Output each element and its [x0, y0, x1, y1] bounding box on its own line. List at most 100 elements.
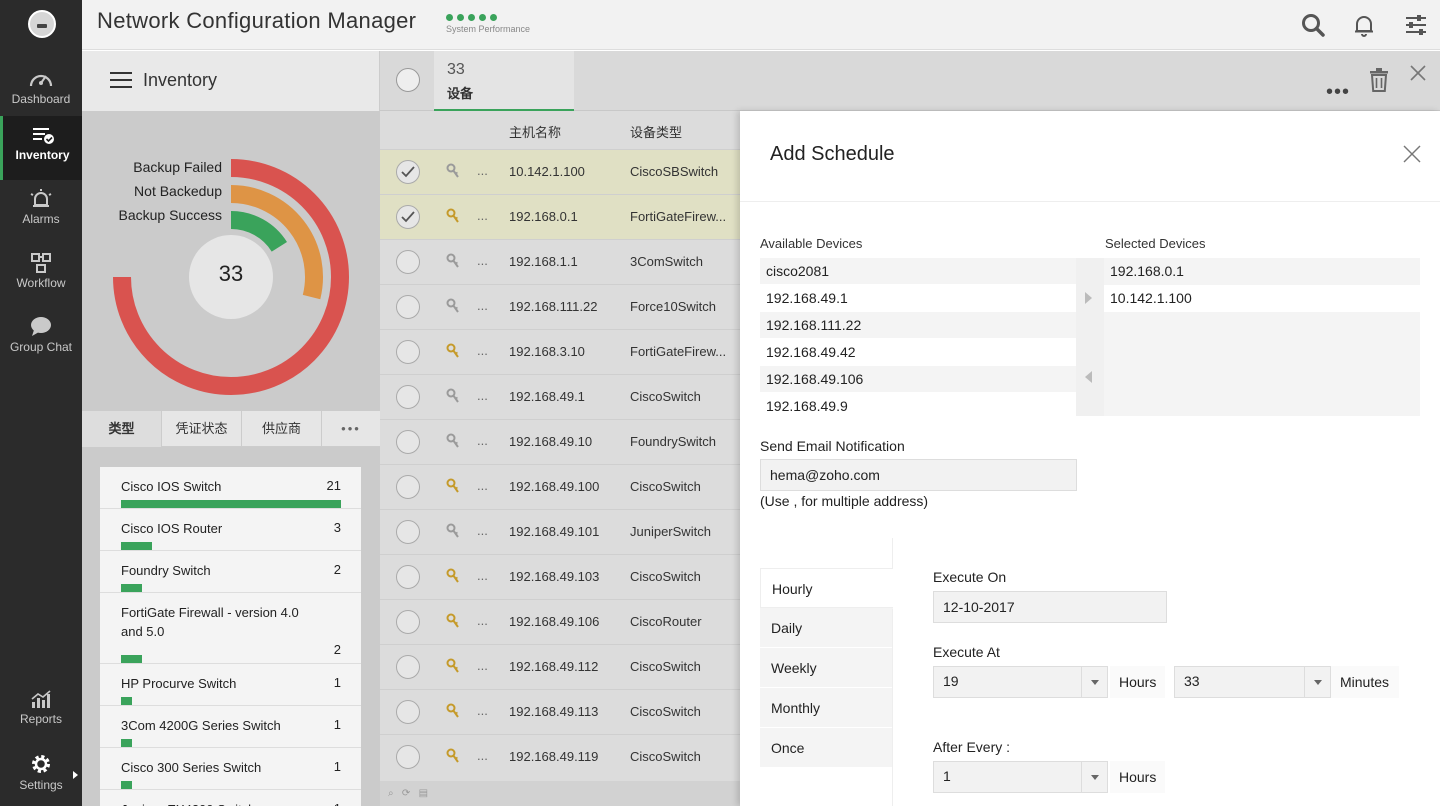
- row-hostname[interactable]: 192.168.0.1: [509, 209, 578, 224]
- table-row[interactable]: ... 192.168.0.1 FortiGateFirew...: [380, 194, 740, 239]
- nav-reports[interactable]: Reports: [0, 680, 82, 744]
- row-hostname[interactable]: 192.168.49.10: [509, 434, 592, 449]
- device-type-item[interactable]: Cisco IOS Switch 21: [100, 467, 361, 509]
- table-row[interactable]: ... 192.168.49.119 CiscoSwitch: [380, 734, 740, 779]
- row-more-icon[interactable]: ...: [477, 253, 488, 268]
- row-checkbox[interactable]: [396, 205, 420, 229]
- frequency-tab-daily[interactable]: Daily: [760, 608, 893, 648]
- table-row[interactable]: ... 192.168.49.106 CiscoRouter: [380, 599, 740, 644]
- available-device-item[interactable]: 192.168.111.22: [760, 312, 1076, 339]
- select-all-checkbox[interactable]: [396, 68, 420, 92]
- table-row[interactable]: ... 192.168.3.10 FortiGateFirew...: [380, 329, 740, 374]
- nav-inventory[interactable]: Inventory: [0, 116, 82, 180]
- row-hostname[interactable]: 192.168.49.103: [509, 569, 599, 584]
- row-more-icon[interactable]: ...: [477, 748, 488, 763]
- after-every-select[interactable]: 1: [933, 761, 1108, 793]
- frequency-tab-monthly[interactable]: Monthly: [760, 688, 893, 728]
- selected-device-item[interactable]: 10.142.1.100: [1104, 285, 1420, 312]
- row-more-icon[interactable]: ...: [477, 703, 488, 718]
- hours-select[interactable]: 19: [933, 666, 1108, 698]
- row-hostname[interactable]: 192.168.49.113: [509, 704, 598, 719]
- trash-icon[interactable]: [1368, 67, 1390, 93]
- table-row[interactable]: ... 192.168.49.100 CiscoSwitch: [380, 464, 740, 509]
- row-hostname[interactable]: 192.168.49.119: [509, 749, 598, 764]
- row-more-icon[interactable]: ...: [477, 478, 488, 493]
- device-type-item[interactable]: Cisco IOS Router 3: [100, 509, 361, 551]
- execute-on-date-field[interactable]: 12-10-2017: [933, 591, 1167, 623]
- row-checkbox[interactable]: [396, 610, 420, 634]
- more-options-icon[interactable]: •••: [1326, 81, 1350, 104]
- row-more-icon[interactable]: ...: [477, 568, 488, 583]
- close-icon[interactable]: [1409, 64, 1427, 82]
- row-hostname[interactable]: 192.168.49.100: [509, 479, 599, 494]
- table-row[interactable]: ... 192.168.49.101 JuniperSwitch: [380, 509, 740, 554]
- available-device-item[interactable]: 192.168.49.9: [760, 393, 1076, 416]
- device-type-item[interactable]: Juniper EX4200 Switch1: [100, 790, 361, 806]
- tab-credential-status[interactable]: 凭证状态: [162, 411, 242, 447]
- table-row[interactable]: ... 10.142.1.100 CiscoSBSwitch: [380, 149, 740, 194]
- row-hostname[interactable]: 192.168.3.10: [509, 344, 585, 359]
- hamburger-menu-icon[interactable]: [110, 72, 132, 88]
- dialog-close-icon[interactable]: [1402, 144, 1422, 164]
- available-device-item[interactable]: 192.168.49.42: [760, 339, 1076, 366]
- nav-settings[interactable]: Settings: [0, 744, 82, 806]
- nav-dashboard[interactable]: Dashboard: [0, 60, 82, 124]
- row-checkbox[interactable]: [396, 475, 420, 499]
- row-hostname[interactable]: 192.168.49.1: [509, 389, 585, 404]
- row-hostname[interactable]: 192.168.49.106: [509, 614, 599, 629]
- selected-device-item[interactable]: 192.168.0.1: [1104, 258, 1420, 285]
- row-more-icon[interactable]: ...: [477, 298, 488, 313]
- nav-group-chat[interactable]: Group Chat: [0, 308, 82, 372]
- available-device-item[interactable]: 192.168.49.1: [760, 285, 1076, 312]
- device-count-tab[interactable]: 33 设备: [434, 51, 574, 111]
- row-more-icon[interactable]: ...: [477, 658, 488, 673]
- search-icon[interactable]: [1300, 12, 1326, 38]
- minutes-select[interactable]: 33: [1174, 666, 1331, 698]
- row-checkbox[interactable]: [396, 430, 420, 454]
- available-device-item[interactable]: 192.168.49.106: [760, 366, 1076, 393]
- device-type-item[interactable]: Cisco 300 Series Switch 1: [100, 748, 361, 790]
- device-type-item[interactable]: Foundry Switch 2: [100, 551, 361, 593]
- row-checkbox[interactable]: [396, 160, 420, 184]
- nav-expand-arrow-icon[interactable]: [73, 771, 78, 779]
- row-checkbox[interactable]: [396, 340, 420, 364]
- row-hostname[interactable]: 192.168.111.22: [509, 299, 597, 314]
- row-checkbox[interactable]: [396, 520, 420, 544]
- table-row[interactable]: ... 192.168.1.1 3ComSwitch: [380, 239, 740, 284]
- row-more-icon[interactable]: ...: [477, 208, 488, 223]
- nav-workflow[interactable]: Workflow: [0, 244, 82, 308]
- device-type-item[interactable]: FortiGate Firewall - version 4.0 and 5.0…: [100, 593, 361, 664]
- row-more-icon[interactable]: ...: [477, 613, 488, 628]
- row-checkbox[interactable]: [396, 700, 420, 724]
- row-more-icon[interactable]: ...: [477, 433, 488, 448]
- tab-vendor[interactable]: 供应商: [242, 411, 322, 447]
- nav-alarms[interactable]: Alarms: [0, 180, 82, 244]
- device-type-item[interactable]: HP Procurve Switch 1: [100, 664, 361, 706]
- row-more-icon[interactable]: ...: [477, 343, 488, 358]
- table-row[interactable]: ... 192.168.49.103 CiscoSwitch: [380, 554, 740, 599]
- frequency-tab-once[interactable]: Once: [760, 728, 893, 768]
- row-checkbox[interactable]: [396, 385, 420, 409]
- frequency-tab-hourly[interactable]: Hourly: [760, 568, 893, 608]
- device-type-item[interactable]: 3Com 4200G Series Switch 1: [100, 706, 361, 748]
- available-device-item[interactable]: cisco2081: [760, 258, 1076, 285]
- tab-type[interactable]: 类型: [82, 411, 162, 447]
- col-hostname[interactable]: 主机名称: [509, 122, 561, 141]
- move-left-arrow-icon[interactable]: [1085, 371, 1092, 383]
- system-performance-indicator[interactable]: System Performance: [446, 14, 530, 34]
- table-row[interactable]: ... 192.168.111.22 Force10Switch: [380, 284, 740, 329]
- settings-sliders-icon[interactable]: [1403, 12, 1429, 38]
- email-field[interactable]: [760, 459, 1077, 491]
- row-hostname[interactable]: 10.142.1.100: [509, 164, 585, 179]
- row-more-icon[interactable]: ...: [477, 523, 488, 538]
- row-checkbox[interactable]: [396, 295, 420, 319]
- user-avatar[interactable]: [28, 10, 56, 38]
- row-checkbox[interactable]: [396, 565, 420, 589]
- tab-more[interactable]: •••: [322, 411, 380, 447]
- move-right-arrow-icon[interactable]: [1085, 292, 1092, 304]
- table-row[interactable]: ... 192.168.49.112 CiscoSwitch: [380, 644, 740, 689]
- notification-bell-icon[interactable]: [1351, 12, 1377, 38]
- row-checkbox[interactable]: [396, 745, 420, 769]
- row-hostname[interactable]: 192.168.49.112: [509, 659, 598, 674]
- row-more-icon[interactable]: ...: [477, 388, 488, 403]
